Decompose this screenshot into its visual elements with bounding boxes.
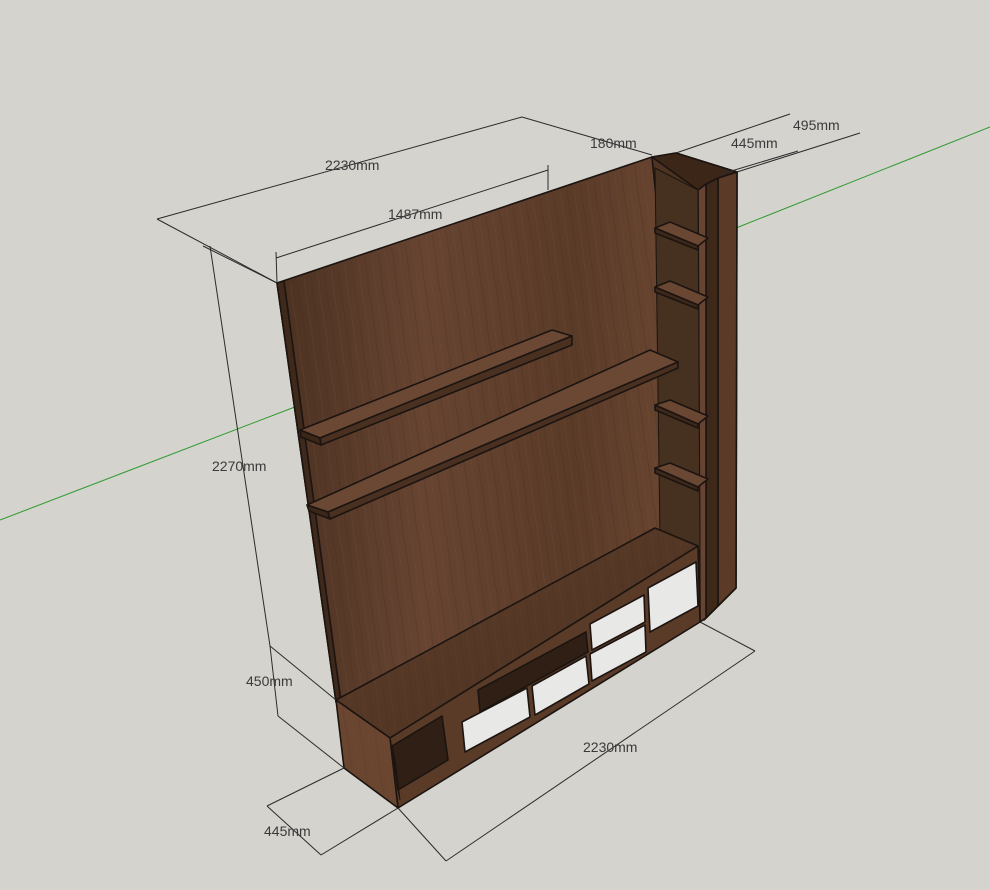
dim-side-depth-outer: 495mm bbox=[793, 117, 840, 133]
side-column-face bbox=[717, 171, 738, 607]
dim-base-height: 450mm bbox=[246, 673, 293, 689]
dim-side-gap: 180mm bbox=[590, 135, 637, 151]
dim-base-depth: 445mm bbox=[264, 823, 311, 839]
dim-overall-height: 2270mm bbox=[212, 458, 266, 474]
dim-upper-shelf-width: 1487mm bbox=[388, 206, 442, 222]
sketchup-viewport[interactable]: 2230mm 1487mm 180mm 495mm 445mm 2270mm 4… bbox=[0, 0, 990, 885]
dim-side-depth-inner: 445mm bbox=[731, 135, 778, 151]
dim-overall-width: 2230mm bbox=[325, 157, 379, 173]
dim-base-width: 2230mm bbox=[583, 739, 637, 755]
model-drawing: 2230mm 1487mm 180mm 495mm 445mm 2270mm 4… bbox=[0, 113, 990, 862]
